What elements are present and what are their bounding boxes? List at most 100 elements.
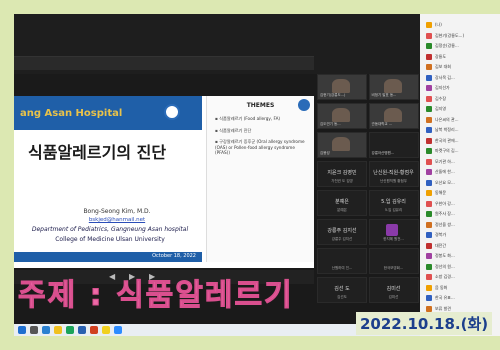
participant-video	[332, 79, 350, 93]
search-icon[interactable]	[30, 326, 38, 334]
participant-tile[interactable]: 김봉성	[317, 132, 367, 158]
slide-college: College of Medicine Ulsan University	[55, 236, 165, 243]
participant-tile[interactable]: 김미선 김미선	[368, 277, 419, 303]
participant-list-item[interactable]: 한국 유표...	[426, 293, 496, 304]
participant-list-name: 모기관 하...	[435, 158, 455, 164]
participant-list-name: 동해문	[435, 190, 447, 196]
participant-list-item[interactable]: 나은씨의 관...	[426, 115, 496, 126]
participant-list-item[interactable]: 모기관 하...	[426, 157, 496, 168]
participant-list-name: 김보 대회	[435, 64, 451, 70]
participant-label: 관동대학교 ...	[371, 122, 393, 126]
participant-list-item[interactable]: 산돌에 한...	[426, 167, 496, 178]
participant-video	[383, 108, 402, 122]
participant-name: 지윤크 김영민	[327, 170, 357, 176]
participant-tile[interactable]: 한지혜 원전...	[368, 219, 419, 245]
participant-list-item[interactable]: (나)	[426, 20, 496, 31]
participant-video	[332, 108, 350, 122]
participant-label: 김봉성	[320, 151, 330, 155]
participant-tile[interactable]: 강릉아산병원...	[368, 132, 419, 158]
avatar	[385, 224, 398, 236]
participant-list-item[interactable]: 남북 박정리...	[426, 125, 496, 136]
participant-name: 분예은	[335, 199, 349, 205]
participant-tile[interactable]: 관동대학교 ...	[368, 103, 419, 129]
topic-caption: 주제 : 식품알레르기	[18, 278, 294, 314]
participant-list-item[interactable]: 김지선가	[426, 83, 496, 94]
participant-tile[interactable]: 분예은 분예은	[317, 190, 367, 216]
participant-list-name: 원주사 장...	[435, 211, 455, 217]
participant-sublabel: 5.입 김유리	[384, 208, 403, 212]
avatar-icon	[426, 295, 432, 302]
participant-list-item[interactable]: 강릉도	[426, 52, 496, 63]
participant-list-item[interactable]: 김수장	[426, 94, 496, 105]
participant-list-name: 한국의 관에...	[435, 137, 459, 143]
participant-list-item[interactable]: 김지영	[426, 104, 496, 115]
participant-tile[interactable]: 한국모영회...	[368, 248, 419, 274]
slide-banner: ang Asan Hospital	[14, 96, 202, 130]
shared-screen: ang Asan Hospital 식품알레르기의 진단 Bong-Seong …	[14, 96, 314, 268]
participant-list-item[interactable]: 한국의 관에...	[426, 136, 496, 147]
avatar-icon	[426, 200, 432, 207]
participant-list-item[interactable]: 정선을 쌍...	[426, 220, 496, 231]
ppt-icon[interactable]	[90, 326, 98, 334]
participant-sublabel: 난신원직원 황점우	[380, 179, 407, 183]
participant-tile[interactable]: 강릉주 김지선 강릉주 김지선	[317, 219, 367, 245]
participant-tile[interactable]: 김도연기 동...	[317, 103, 367, 129]
themes-list: 식품알레르기 (Food allergy, FA) 식품알레르기 진단 구강알레…	[215, 116, 310, 162]
participant-list-item[interactable]: 경북가	[426, 230, 496, 241]
participant-video	[383, 79, 402, 93]
participant-list-item[interactable]: 정봉도 화...	[426, 251, 496, 262]
avatar-icon	[426, 106, 432, 113]
participant-tile[interactable]: 난신원-직원-황점우 난신원직원 황점우	[368, 161, 419, 187]
participant-list-name: 김지영	[435, 106, 447, 112]
participants-panel: (나) 김현기(강릉도...) 김정순(강릉... 강릉도 김보 대회강사목 김... 김…	[420, 14, 500, 336]
avatar-icon	[426, 232, 432, 239]
participant-sublabel: 한지혜 원전...	[383, 237, 404, 241]
participant-tile[interactable]: 비정기 발표 동...	[368, 74, 419, 100]
excel-icon[interactable]	[66, 326, 74, 334]
avatar-icon	[426, 190, 432, 197]
participant-list-name: 대전간	[435, 242, 447, 248]
chat-icon[interactable]	[102, 326, 110, 334]
participant-list-item[interactable]: 우한아 강...	[426, 199, 496, 210]
participant-list-item[interactable]: 오산요 모...	[426, 178, 496, 189]
participant-list-item[interactable]: 원주사 장...	[426, 209, 496, 220]
themes-item: 식품알레르기 (Food allergy, FA)	[215, 116, 310, 122]
date-badge: 2022.10.18.(화)	[356, 312, 493, 335]
participant-list-item[interactable]: 소방 김경...	[426, 272, 496, 283]
avatar-icon	[426, 274, 432, 281]
participant-tile[interactable]: 산원하여 진...	[317, 248, 367, 274]
themes-slide: THEMES 식품알레르기 (Food allergy, FA) 식품알레르기 …	[206, 96, 314, 262]
participant-list-item[interactable]: 동해문	[426, 188, 496, 199]
participant-list-item[interactable]: 김정순(강릉...	[426, 41, 496, 52]
participant-list-name: 김수장	[435, 95, 447, 101]
avatar-icon	[426, 211, 432, 218]
participant-tile[interactable]: 지윤크 김영민 가천권 도 김영	[317, 161, 367, 187]
participant-tile[interactable]: 김선 도 김선도	[317, 277, 367, 303]
participant-list-item[interactable]: 마켓구의 김...	[426, 146, 496, 157]
start-icon[interactable]	[18, 326, 26, 334]
avatar-icon	[426, 64, 432, 71]
themes-logo-icon	[298, 99, 310, 111]
participant-list-item[interactable]: 김현기(강릉도...)	[426, 31, 496, 42]
avatar-icon	[426, 127, 432, 134]
participant-list-item[interactable]: 음 동화	[426, 283, 496, 294]
participant-grid: 김현기(강릉도...) 비정기 발표 동... 김도연기 동... 관동대학교 ...…	[317, 74, 420, 324]
participant-list-name: 나은씨의 관...	[435, 116, 459, 122]
slide-author: Bong-Seong Kim, M.D.	[83, 208, 151, 215]
participant-tile[interactable]: 5.입 김유리 5.입 김유리	[368, 190, 419, 216]
avatar-icon	[426, 148, 432, 155]
slide-email[interactable]: bskjed@hanmail.net	[42, 217, 192, 223]
participant-list-item[interactable]: 대전간	[426, 241, 496, 252]
word-icon[interactable]	[78, 326, 86, 334]
zoom-icon[interactable]	[114, 326, 122, 334]
participant-sublabel: 김미선	[388, 295, 399, 299]
folder-icon[interactable]	[54, 326, 62, 334]
edge-icon[interactable]	[42, 326, 50, 334]
participant-list-item[interactable]: 강사목 김...	[426, 73, 496, 84]
participant-list-item[interactable]: 김보 대회	[426, 62, 496, 73]
participant-list-item[interactable]: 정선의 원...	[426, 262, 496, 273]
participant-tile[interactable]: 김현기(강릉도...)	[317, 74, 367, 100]
hospital-name: ang Asan Hospital	[20, 108, 123, 119]
participant-list-name: 강사목 김...	[435, 74, 455, 80]
avatar-icon	[426, 158, 432, 165]
